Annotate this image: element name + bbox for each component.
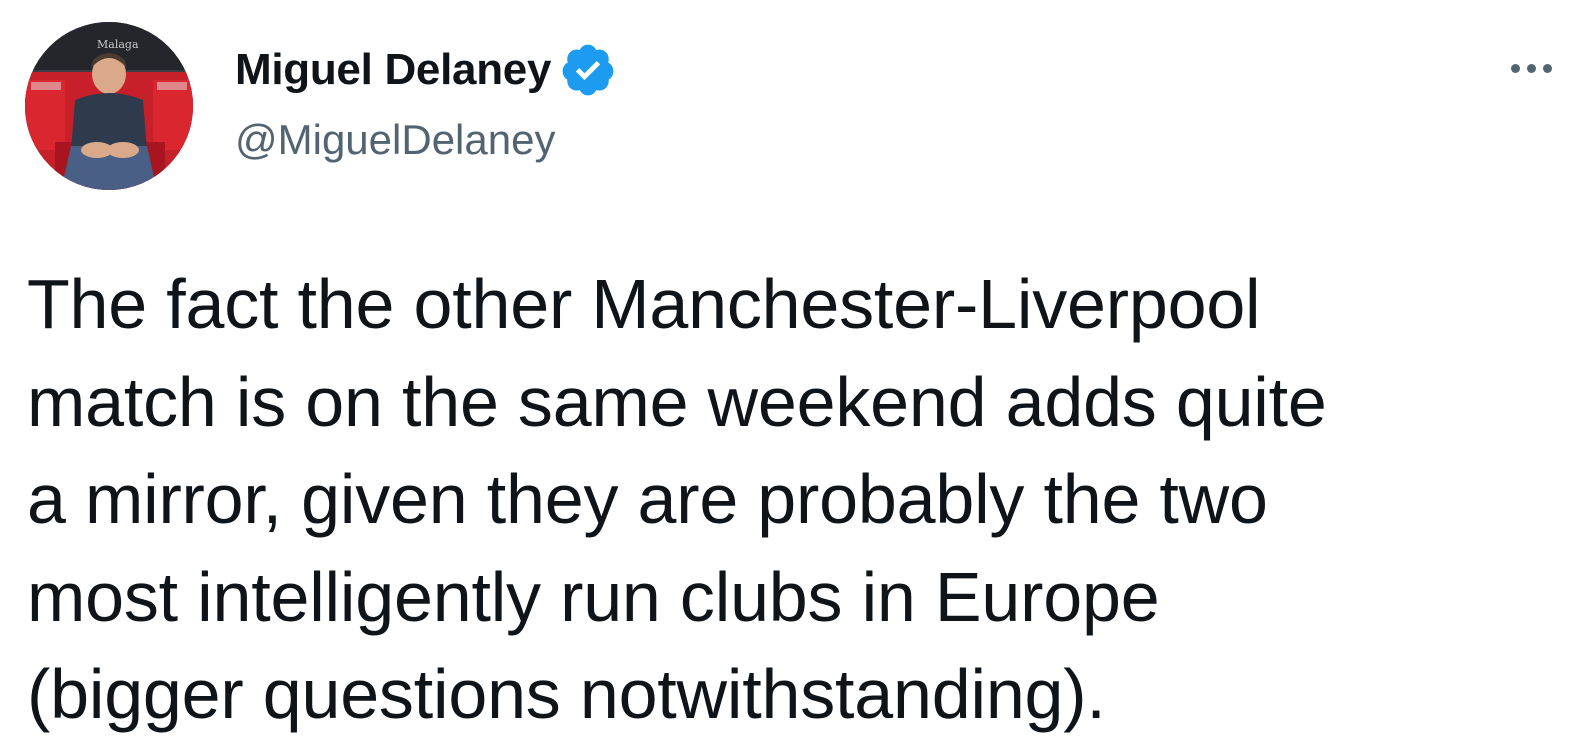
tweet-text-line: (bigger questions notwithstanding).: [27, 655, 1106, 733]
avatar-image: Malaga: [25, 22, 193, 190]
more-dot: [1542, 63, 1552, 73]
more-options-icon[interactable]: [1500, 48, 1562, 88]
avatar[interactable]: Malaga: [25, 22, 193, 190]
author-display-name[interactable]: Miguel Delaney: [235, 42, 551, 98]
tweet-text-line: The fact the other Manchester-Liverpool: [27, 265, 1261, 343]
tweet-text-line: match is on the same weekend adds quite: [27, 362, 1327, 441]
tweet-text-line: most intelligently run clubs in Europe: [27, 557, 1160, 636]
verified-badge-icon: [559, 41, 617, 99]
svg-text:Malaga: Malaga: [97, 38, 139, 51]
tweet-text-line: a mirror, given they are probably the tw…: [27, 460, 1268, 538]
author-name-row: Miguel Delaney: [235, 42, 617, 98]
tweet-card: Malaga Miguel Delaney @MiguelDelaney The…: [0, 0, 1576, 748]
author-handle[interactable]: @MiguelDelaney: [235, 112, 555, 168]
more-dot: [1526, 63, 1536, 73]
more-dot: [1510, 63, 1520, 73]
tweet-text: The fact the other Manchester-Liverpool …: [27, 256, 1557, 744]
